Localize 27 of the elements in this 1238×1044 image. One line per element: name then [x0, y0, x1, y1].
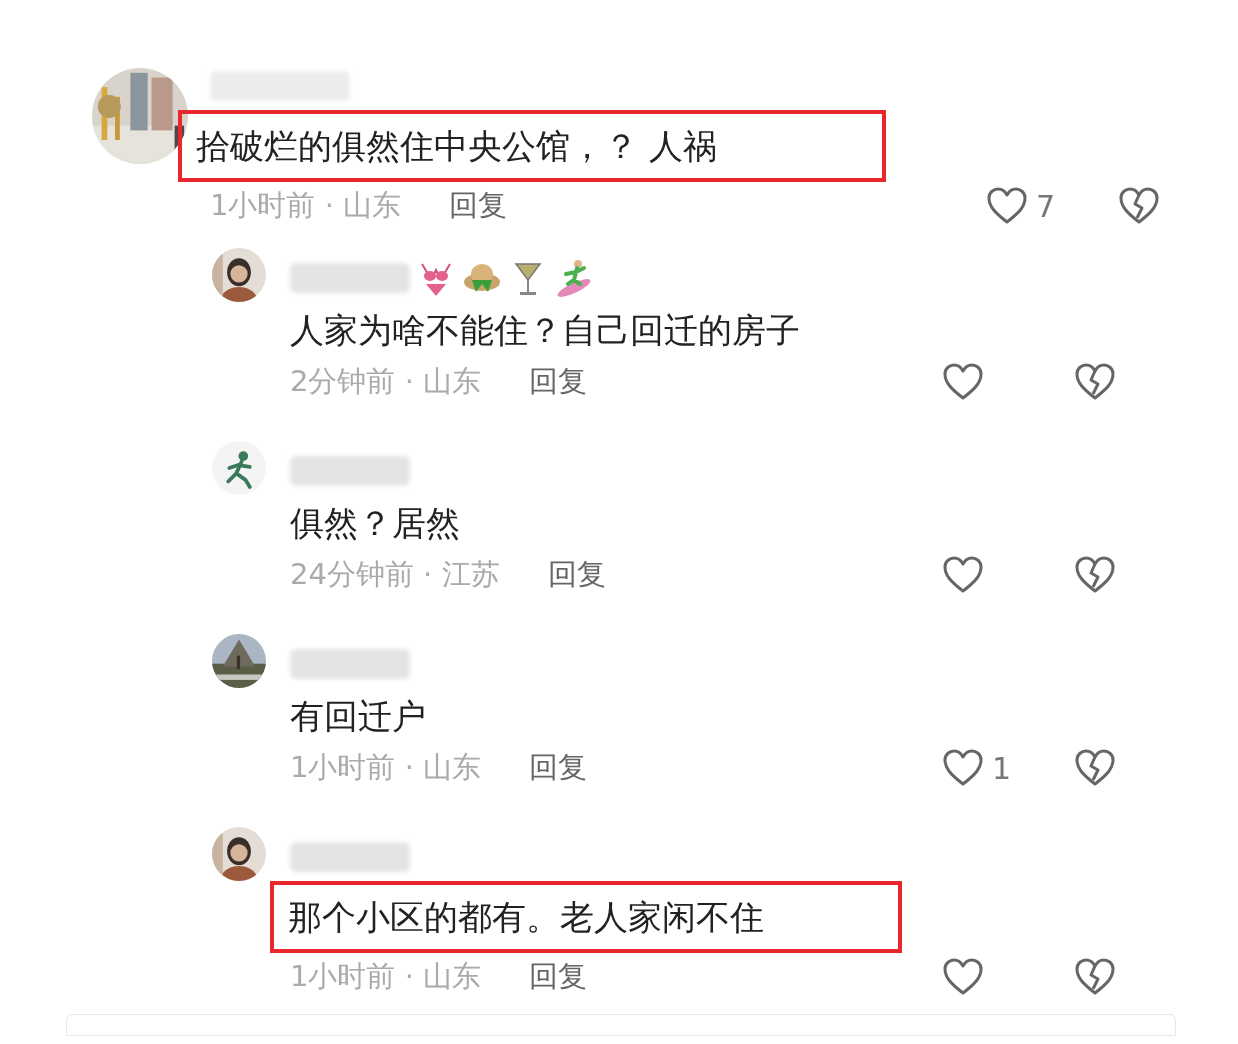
reply-link[interactable]: 回复: [547, 553, 606, 597]
like-icon[interactable]: [942, 957, 984, 997]
reply-link[interactable]: 回复: [529, 746, 588, 790]
comment-text: 有回迁户: [290, 695, 427, 738]
reply-link[interactable]: 回复: [529, 955, 588, 999]
like-icon[interactable]: [942, 748, 984, 788]
reply-link[interactable]: 回复: [529, 360, 588, 404]
comment-text: 人家为啥不能住？自己回迁的房子: [290, 309, 801, 352]
dislike-icon[interactable]: [1074, 748, 1116, 788]
comment-meta: 1小时前 · 山东: [210, 187, 402, 225]
like-icon[interactable]: [942, 555, 984, 595]
comment-text: 那个小区的都有。老人家闲不住: [270, 881, 902, 953]
comment-meta: 24分钟前 · 江苏: [290, 556, 500, 594]
comment-meta: 2分钟前 · 山东: [290, 363, 482, 401]
like-icon[interactable]: [986, 186, 1028, 226]
comment-text: 俱然？居然: [290, 502, 461, 545]
like-icon[interactable]: [942, 362, 984, 402]
like-count: 7: [1036, 187, 1056, 226]
dislike-icon[interactable]: [1074, 555, 1116, 595]
dislike-icon[interactable]: [1074, 957, 1116, 997]
like-count: 1: [992, 749, 1012, 788]
comment-text: 拾破烂的俱然住中央公馆，？ 人祸: [178, 110, 886, 182]
comment-meta: 1小时前 · 山东: [290, 749, 482, 787]
dislike-icon[interactable]: [1118, 186, 1160, 226]
dislike-icon[interactable]: [1074, 362, 1116, 402]
comment-meta: 1小时前 · 山东: [290, 958, 482, 996]
reply-link[interactable]: 回复: [449, 184, 508, 228]
